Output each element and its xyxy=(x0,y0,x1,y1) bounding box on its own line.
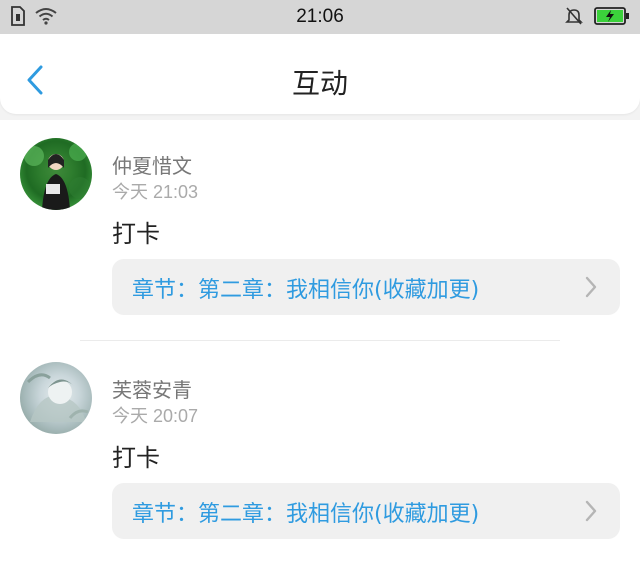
avatar[interactable] xyxy=(20,362,92,434)
comment-text: 打卡 xyxy=(112,444,160,472)
page-title: 互动 xyxy=(291,67,348,100)
username[interactable]: 仲夏惜文 xyxy=(112,150,192,179)
chapter-title: 章节：第二章：我相信你(收藏加更) xyxy=(132,502,480,527)
timestamp: 今天 21:03 xyxy=(112,182,199,202)
avatar[interactable] xyxy=(20,138,92,210)
battery-charging-icon xyxy=(594,6,630,30)
status-bar: 21:06 xyxy=(0,0,640,34)
nav-bar: 互动 xyxy=(0,34,640,114)
chapter-title: 章节：第二章：我相信你(收藏加更) xyxy=(132,278,480,303)
chevron-right-icon xyxy=(584,275,598,303)
status-left-icons xyxy=(10,6,58,30)
timestamp: 今天 20:07 xyxy=(112,406,199,426)
comment-text: 打卡 xyxy=(112,220,160,248)
divider xyxy=(80,340,560,341)
wifi-icon xyxy=(34,7,58,29)
status-right-icons xyxy=(564,6,630,30)
chapter-link[interactable]: 章节：第二章：我相信你(收藏加更) xyxy=(112,483,620,539)
status-time: 21:06 xyxy=(296,6,344,27)
silent-bell-icon xyxy=(564,6,584,30)
interaction-feed: 仲夏惜文 今天 21:03 打卡 章节：第二章：我相信你(收藏加更) 芙蓉安青 … xyxy=(0,120,640,580)
username[interactable]: 芙蓉安青 xyxy=(112,374,192,403)
list-item: 芙蓉安青 今天 20:07 打卡 章节：第二章：我相信你(收藏加更) xyxy=(0,344,640,574)
list-item: 仲夏惜文 今天 21:03 打卡 章节：第二章：我相信你(收藏加更) xyxy=(0,120,640,342)
chevron-right-icon xyxy=(584,499,598,527)
chapter-link[interactable]: 章节：第二章：我相信你(收藏加更) xyxy=(112,259,620,315)
sim-icon xyxy=(10,6,26,30)
